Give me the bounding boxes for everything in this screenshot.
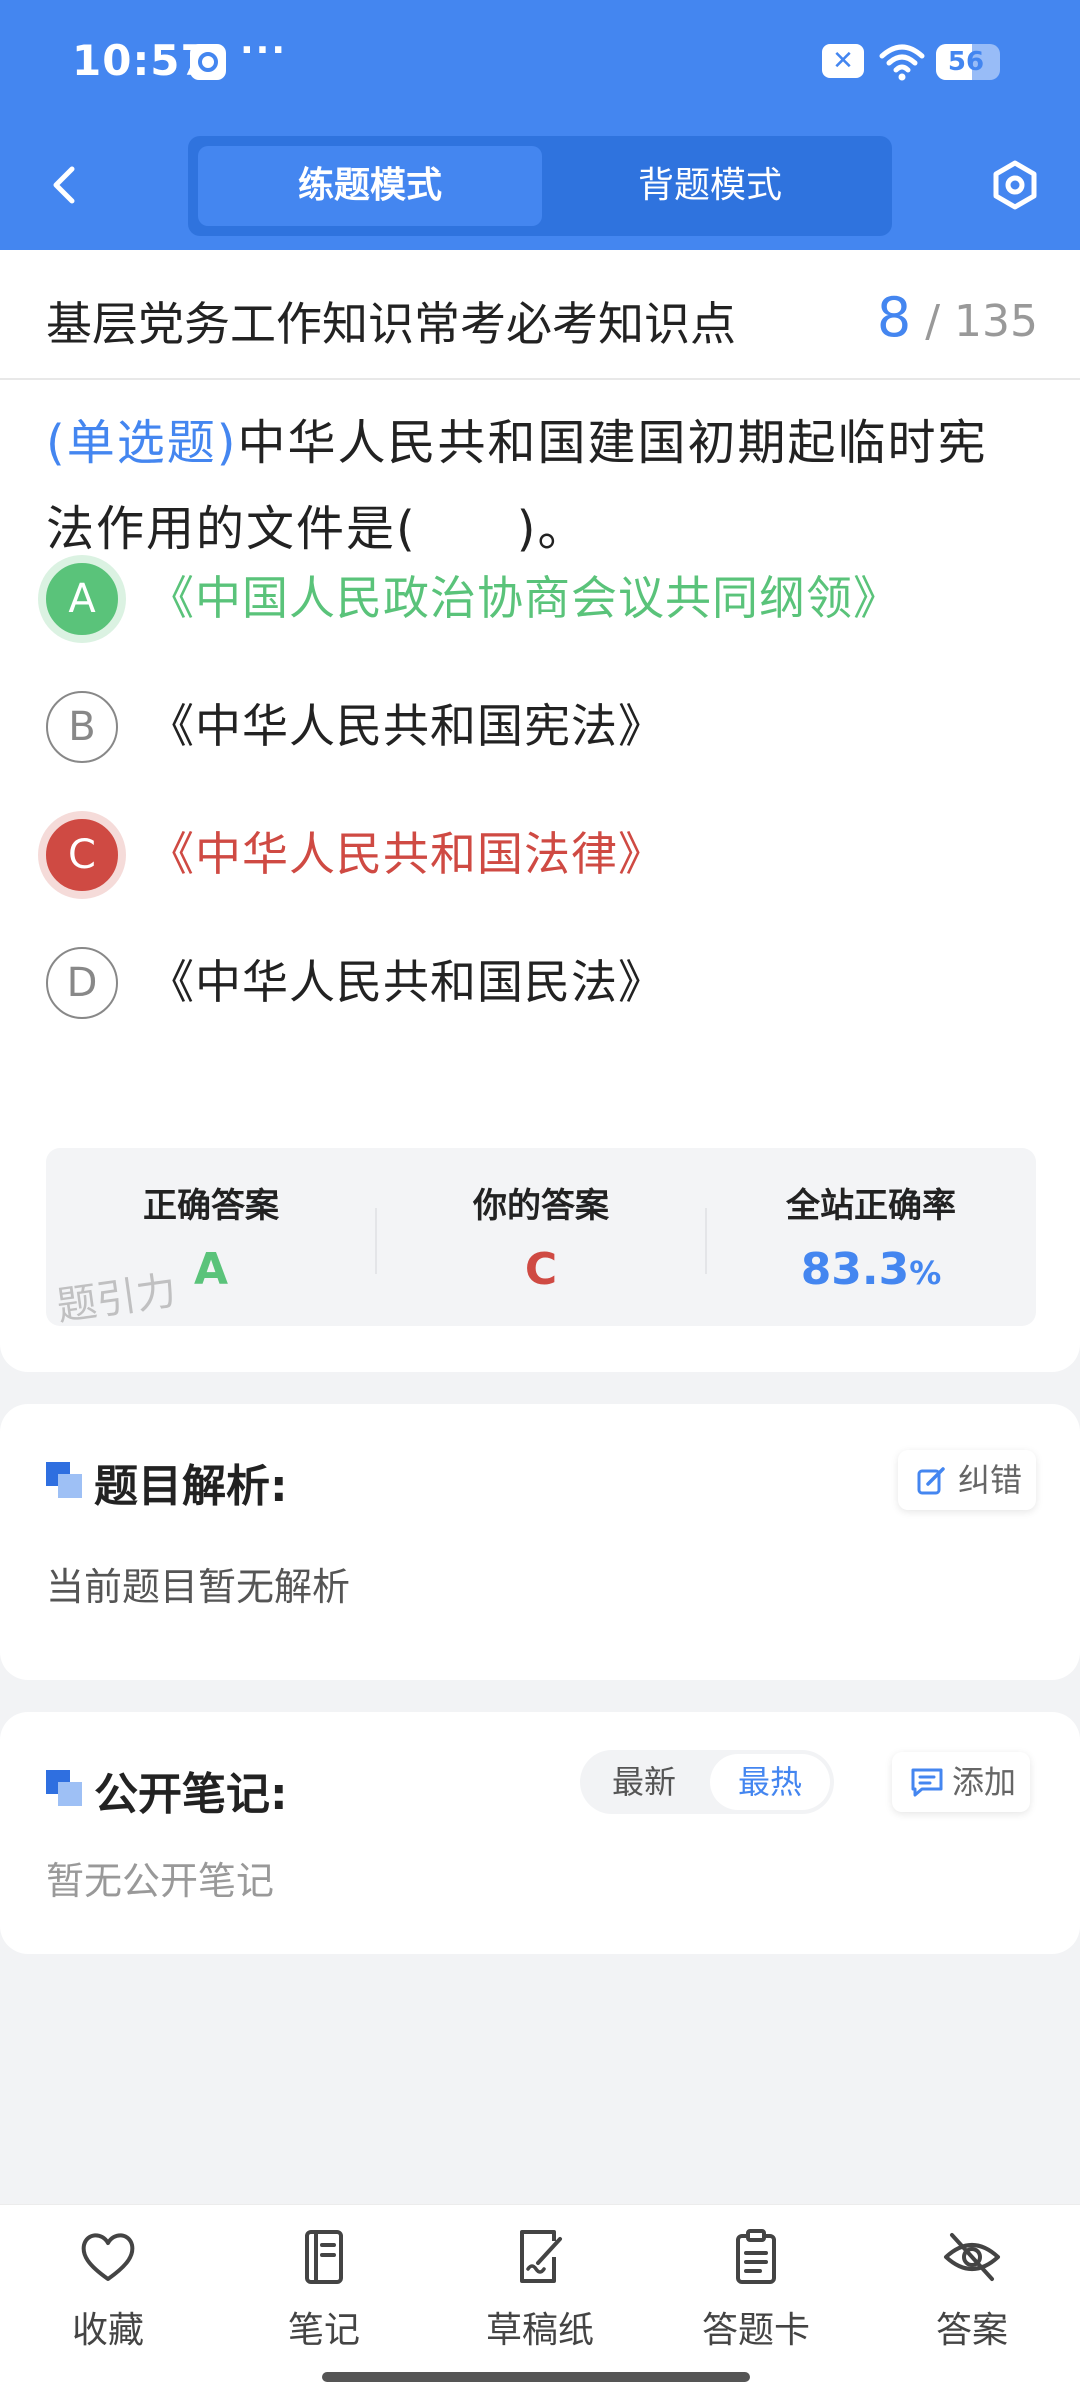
mode-switch: 练题模式 背题模式 xyxy=(188,136,892,236)
question-progress: 8 / 135 xyxy=(877,286,1038,349)
top-header: 10:57 ··· ✕ 56 练题模式 背题模式 xyxy=(0,0,1080,250)
answer-result-panel: 正确答案 A 你的答案 C 全站正确率 83.3% 题引力 xyxy=(46,1148,1036,1330)
notes-title: 公开笔记: xyxy=(94,1769,288,1820)
accuracy-value: 83.3% xyxy=(706,1244,1036,1295)
status-bar: 10:57 ··· ✕ 56 xyxy=(0,0,1080,125)
nav-answer[interactable]: 答案 xyxy=(892,2229,1052,2359)
sort-latest[interactable]: 最新 xyxy=(584,1754,704,1810)
nav-favorite[interactable]: 收藏 xyxy=(28,2229,188,2359)
option-text: 《中华人民共和国宪法》 xyxy=(148,699,665,753)
accuracy-unit: % xyxy=(909,1254,942,1292)
wifi-icon xyxy=(879,44,925,81)
option-d[interactable]: D 《中华人民共和国民法》 xyxy=(0,928,1080,1038)
nav-label: 笔记 xyxy=(287,2310,360,2351)
option-letter: C xyxy=(46,819,118,891)
accuracy-number: 83.3 xyxy=(800,1244,910,1295)
bottom-nav: 收藏 笔记 草稿纸 答题卡 答案 xyxy=(0,2204,1080,2400)
app-notification-icon xyxy=(190,44,226,80)
option-text: 《中华人民共和国民法》 xyxy=(148,955,665,1009)
public-notes-card: 公开笔记: 最新 最热 添加 暂无公开笔记 xyxy=(0,1712,1080,1954)
nav-label: 草稿纸 xyxy=(485,2310,594,2351)
back-arrow-icon[interactable] xyxy=(36,155,96,215)
nav-label: 收藏 xyxy=(71,2310,144,2351)
home-indicator[interactable] xyxy=(322,2372,750,2382)
notes-sort-toggle: 最新 最热 xyxy=(580,1750,834,1814)
report-error-button[interactable]: 纠错 xyxy=(898,1450,1037,1510)
current-question-number: 8 xyxy=(876,286,912,349)
option-letter: A xyxy=(46,563,118,635)
bank-title: 基层党务工作知识常考必考知识点 xyxy=(46,297,736,351)
your-answer-value: C xyxy=(524,1244,558,1295)
accuracy-label: 全站正确率 xyxy=(786,1186,956,1226)
question-type: (单选题) xyxy=(46,415,238,471)
notebook-icon xyxy=(305,2230,343,2284)
total-questions: / 135 xyxy=(925,296,1038,347)
your-answer-block: 你的答案 C xyxy=(376,1148,706,1326)
option-text: 《中华人民共和国法律》 xyxy=(148,827,665,881)
option-a[interactable]: A 《中国人民政治协商会议共同纲领》 xyxy=(0,544,1080,654)
draft-paper-icon xyxy=(520,2230,562,2283)
nav-draft[interactable]: 草稿纸 xyxy=(460,2229,620,2359)
add-note-label: 添加 xyxy=(952,1763,1017,1801)
tab-practice-mode[interactable]: 练题模式 xyxy=(198,146,542,226)
battery-level: 56 xyxy=(947,47,985,77)
option-text: 《中国人民政治协商会议共同纲领》 xyxy=(148,571,900,625)
tab-memorize-mode[interactable]: 背题模式 xyxy=(538,146,882,226)
battery-icon: 56 xyxy=(936,44,1000,80)
section-icon xyxy=(46,1462,82,1498)
sort-hot[interactable]: 最热 xyxy=(710,1754,830,1810)
section-icon xyxy=(46,1770,82,1806)
analysis-card: 题目解析: 纠错 当前题目暂无解析 xyxy=(0,1404,1080,1680)
nav-answer-sheet[interactable]: 答题卡 xyxy=(676,2229,836,2359)
eye-off-icon xyxy=(944,2233,1000,2281)
comment-add-icon xyxy=(911,1768,943,1797)
notes-body: 暂无公开笔记 xyxy=(46,1859,275,1903)
nav-label: 答题卡 xyxy=(701,2310,810,2351)
answer-sheet-icon xyxy=(736,2229,776,2284)
accuracy-block: 全站正确率 83.3% xyxy=(706,1148,1036,1326)
report-error-label: 纠错 xyxy=(958,1461,1023,1499)
option-letter: B xyxy=(46,691,118,763)
option-letter: D xyxy=(46,947,118,1019)
nav-label: 答案 xyxy=(935,2310,1008,2351)
analysis-title: 题目解析: xyxy=(94,1461,288,1512)
correct-answer-label: 正确答案 xyxy=(143,1186,279,1226)
heart-icon xyxy=(81,2233,135,2281)
no-sim-icon: ✕ xyxy=(822,44,864,78)
option-b[interactable]: B 《中华人民共和国宪法》 xyxy=(0,672,1080,782)
edit-icon xyxy=(917,1467,945,1495)
option-c[interactable]: C 《中华人民共和国法律》 xyxy=(0,800,1080,910)
add-note-button[interactable]: 添加 xyxy=(892,1752,1031,1812)
question-card: (单选题)中华人民共和国建国初期起临时宪法作用的文件是( )。 A 《中国人民政… xyxy=(0,380,1080,1372)
more-notifications-icon: ··· xyxy=(240,30,288,71)
nav-notes[interactable]: 笔记 xyxy=(244,2229,404,2359)
question-bank-header: 基层党务工作知识常考必考知识点 8 / 135 xyxy=(0,250,1080,380)
your-answer-label: 你的答案 xyxy=(473,1186,609,1226)
settings-icon[interactable] xyxy=(985,155,1045,215)
analysis-body: 当前题目暂无解析 xyxy=(46,1565,351,1609)
